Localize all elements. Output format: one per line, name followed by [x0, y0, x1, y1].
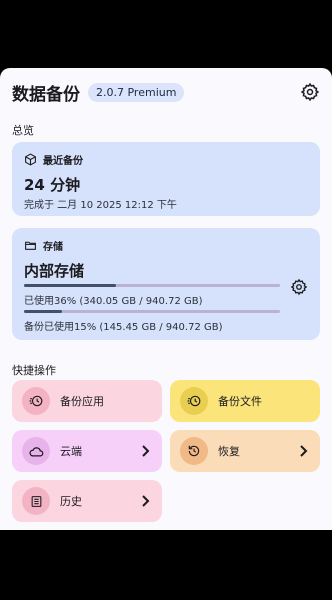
history-label: 历史 — [60, 495, 82, 508]
recent-backup-card[interactable]: 最近备份 24 分钟 完成于 二月 10 2025 12:12 下午 — [12, 142, 320, 216]
cloud-button[interactable]: 云端 — [12, 430, 162, 472]
package-icon — [25, 153, 36, 166]
app-screen: 数据备份 2.0.7 Premium 总览 最近备份 24 分钟 完成于 二月 … — [0, 68, 332, 530]
storage-header: 存储 — [24, 238, 63, 253]
chevron-right-icon — [142, 495, 150, 507]
header: 数据备份 2.0.7 Premium — [12, 80, 320, 105]
history-icon — [31, 495, 41, 507]
cloud-icon — [29, 446, 43, 456]
history-button[interactable]: 历史 — [12, 480, 162, 522]
backup-files-icon-circle — [180, 387, 208, 415]
storage-location: 内部存储 — [24, 262, 85, 280]
restore-icon — [188, 445, 200, 457]
restore-label: 恢复 — [218, 445, 240, 458]
cloud-label: 云端 — [60, 445, 82, 458]
version-badge[interactable]: 2.0.7 Premium — [88, 82, 185, 102]
overview-section-label: 总览 — [12, 124, 34, 137]
storage-used-text: 已使用36% (340.05 GB / 940.72 GB) — [24, 296, 203, 307]
storage-used-fill — [24, 284, 117, 287]
backup-used-bar — [24, 310, 280, 313]
backup-files-label: 备份文件 — [218, 395, 262, 408]
gear-icon — [290, 278, 308, 296]
chevron-right-icon — [142, 445, 150, 457]
chevron-right-icon — [300, 445, 308, 457]
cloud-icon-circle — [22, 437, 50, 465]
folder-icon — [25, 241, 36, 250]
file-backup-icon — [187, 395, 201, 407]
recent-backup-header: 最近备份 — [24, 152, 83, 167]
recent-backup-value: 24 分钟 — [24, 176, 81, 194]
recent-backup-completed: 完成于 二月 10 2025 12:12 下午 — [24, 200, 177, 211]
app-title: 数据备份 — [12, 84, 80, 105]
backup-apps-label: 备份应用 — [60, 395, 104, 408]
storage-card[interactable]: 存储 内部存储 已使用36% (340.05 GB / 940.72 GB) 备… — [12, 228, 320, 340]
quick-actions-section-label: 快捷操作 — [12, 364, 56, 377]
backup-used-text: 备份已使用15% (145.45 GB / 940.72 GB) — [24, 322, 223, 333]
backup-apps-button[interactable]: 备份应用 — [12, 380, 162, 422]
history-icon-circle — [22, 487, 50, 515]
restore-icon-circle — [180, 437, 208, 465]
app-backup-icon — [29, 395, 43, 407]
recent-backup-title: 最近备份 — [43, 156, 83, 167]
restore-button[interactable]: 恢复 — [170, 430, 320, 472]
backup-apps-icon-circle — [22, 387, 50, 415]
backup-files-button[interactable]: 备份文件 — [170, 380, 320, 422]
storage-settings-button[interactable] — [290, 278, 308, 296]
gear-icon — [300, 82, 320, 102]
backup-used-fill — [24, 310, 63, 313]
settings-button[interactable] — [300, 82, 320, 102]
storage-used-bar — [24, 284, 280, 287]
storage-title: 存储 — [43, 242, 63, 253]
